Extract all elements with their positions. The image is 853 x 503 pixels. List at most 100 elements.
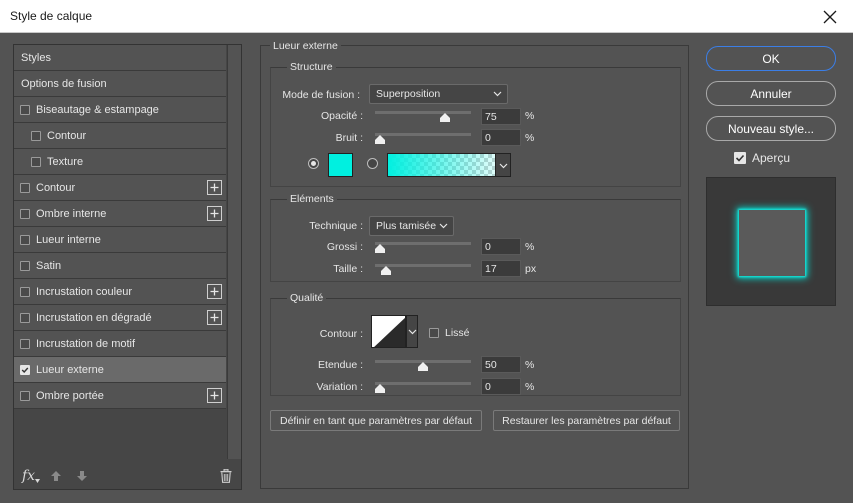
close-button[interactable]: [807, 0, 853, 33]
move-up-button[interactable]: [50, 470, 62, 482]
add-effect-button[interactable]: [207, 206, 222, 221]
style-checkbox[interactable]: [20, 260, 30, 271]
slider-track: [375, 382, 471, 385]
new-style-button[interactable]: Nouveau style...: [706, 116, 836, 141]
style-item-label: Texture: [47, 155, 84, 168]
noise-slider[interactable]: [375, 131, 471, 144]
fx-icon: fx: [22, 468, 36, 484]
style-item-label: Ombre portée: [36, 389, 104, 402]
noise-label: Bruit :: [335, 132, 363, 144]
style-list-item[interactable]: Biseautage & estampage: [14, 97, 226, 123]
structure-title: Structure: [287, 61, 336, 73]
size-slider[interactable]: [375, 262, 471, 275]
style-list-item[interactable]: Incrustation couleur: [14, 279, 226, 305]
slider-thumb[interactable]: [418, 362, 428, 371]
add-effect-button[interactable]: [207, 284, 222, 299]
noise-input[interactable]: 0: [481, 129, 521, 146]
style-checkbox[interactable]: [20, 364, 30, 375]
solid-color-radio[interactable]: [308, 158, 319, 169]
gradient-picker[interactable]: [387, 153, 511, 177]
slider-thumb[interactable]: [375, 244, 385, 253]
style-item-label: Incrustation en dégradé: [36, 311, 152, 324]
style-checkbox[interactable]: [20, 286, 30, 297]
style-checkbox[interactable]: [31, 130, 41, 141]
gradient-dropdown[interactable]: [495, 153, 511, 177]
spread-unit: %: [525, 241, 535, 253]
blend-mode-select[interactable]: Superposition: [369, 84, 508, 104]
reset-default-button[interactable]: Restaurer les paramètres par défaut: [493, 410, 680, 431]
style-checkbox[interactable]: [31, 156, 41, 167]
move-down-button[interactable]: [76, 470, 88, 482]
style-checkbox[interactable]: [20, 338, 30, 349]
slider-thumb[interactable]: [381, 266, 392, 275]
style-checkbox[interactable]: [20, 104, 30, 115]
arrow-down-icon: [77, 471, 87, 481]
size-input[interactable]: 17: [481, 260, 521, 277]
cancel-button[interactable]: Annuler: [706, 81, 836, 106]
gradient-radio[interactable]: [367, 158, 378, 169]
delete-button[interactable]: [220, 469, 232, 483]
range-input[interactable]: 50: [481, 356, 521, 373]
ok-button[interactable]: OK: [706, 46, 836, 71]
checkbox[interactable]: [429, 328, 439, 338]
jitter-slider[interactable]: [375, 380, 471, 393]
slider-thumb[interactable]: [375, 135, 385, 144]
style-list-item[interactable]: Lueur interne: [14, 227, 226, 253]
preview-glow-square: [739, 210, 805, 276]
jitter-input[interactable]: 0: [481, 378, 521, 395]
preview-label: Aperçu: [752, 151, 791, 165]
title-bar: Style de calque: [0, 0, 853, 33]
slider-track: [375, 111, 471, 114]
style-checkbox[interactable]: [20, 182, 30, 193]
spread-slider[interactable]: [375, 240, 471, 253]
glow-color-swatch[interactable]: [328, 153, 353, 177]
style-list-item[interactable]: Incrustation en dégradé: [14, 305, 226, 331]
style-list-item[interactable]: Options de fusion: [14, 71, 226, 97]
checkbox[interactable]: [734, 152, 746, 164]
style-checkbox[interactable]: [20, 390, 30, 401]
style-list-item[interactable]: Contour: [14, 175, 226, 201]
outer-glow-settings: Lueur externe Structure Mode de fusion :…: [260, 40, 689, 489]
arrow-up-icon: [51, 471, 61, 481]
anti-alias-checkbox[interactable]: Lissé: [429, 327, 470, 339]
slider-thumb[interactable]: [375, 384, 385, 393]
add-effect-button[interactable]: [207, 180, 222, 195]
contour-picker[interactable]: [371, 315, 406, 348]
add-effect-button[interactable]: [207, 388, 222, 403]
style-item-label: Lueur externe: [36, 363, 104, 376]
styles-list: Styles Options de fusion Biseautage & esta…: [14, 45, 226, 409]
add-effect-button[interactable]: [207, 310, 222, 325]
styles-scrollbar[interactable]: [227, 45, 241, 459]
style-list-item[interactable]: Styles: [14, 45, 226, 71]
trash-icon: [220, 469, 232, 483]
style-list-item[interactable]: Lueur externe: [14, 357, 226, 383]
style-list-item[interactable]: Ombre interne: [14, 201, 226, 227]
slider-track: [375, 242, 471, 245]
plus-icon: [210, 209, 219, 218]
style-checkbox[interactable]: [20, 208, 30, 219]
style-checkbox[interactable]: [20, 234, 30, 245]
range-slider[interactable]: [375, 358, 471, 371]
chevron-down-icon: [493, 91, 502, 97]
contour-dropdown[interactable]: [406, 315, 418, 348]
fx-button[interactable]: fx: [22, 468, 41, 484]
technique-select[interactable]: Plus tamisée: [369, 216, 454, 236]
style-list-item[interactable]: Ombre portée: [14, 383, 226, 409]
style-checkbox[interactable]: [20, 312, 30, 323]
slider-thumb[interactable]: [439, 113, 450, 122]
quality-title: Qualité: [287, 292, 327, 304]
style-list-item[interactable]: Contour: [14, 123, 226, 149]
opacity-input[interactable]: 75: [481, 108, 521, 125]
range-unit: %: [525, 359, 535, 371]
style-list-item[interactable]: Texture: [14, 149, 226, 175]
preview-checkbox[interactable]: Aperçu: [734, 151, 790, 165]
opacity-slider[interactable]: [375, 109, 471, 122]
spread-input[interactable]: 0: [481, 238, 521, 255]
style-list-item[interactable]: Satin: [14, 253, 226, 279]
style-item-label: Biseautage & estampage: [36, 103, 159, 116]
contour-linear-icon: [374, 317, 405, 347]
opacity-label: Opacité :: [320, 110, 363, 122]
style-list-item[interactable]: Incrustation de motif: [14, 331, 226, 357]
blend-mode-value: Superposition: [376, 88, 441, 100]
make-default-button[interactable]: Définir en tant que paramètres par défau…: [270, 410, 482, 431]
